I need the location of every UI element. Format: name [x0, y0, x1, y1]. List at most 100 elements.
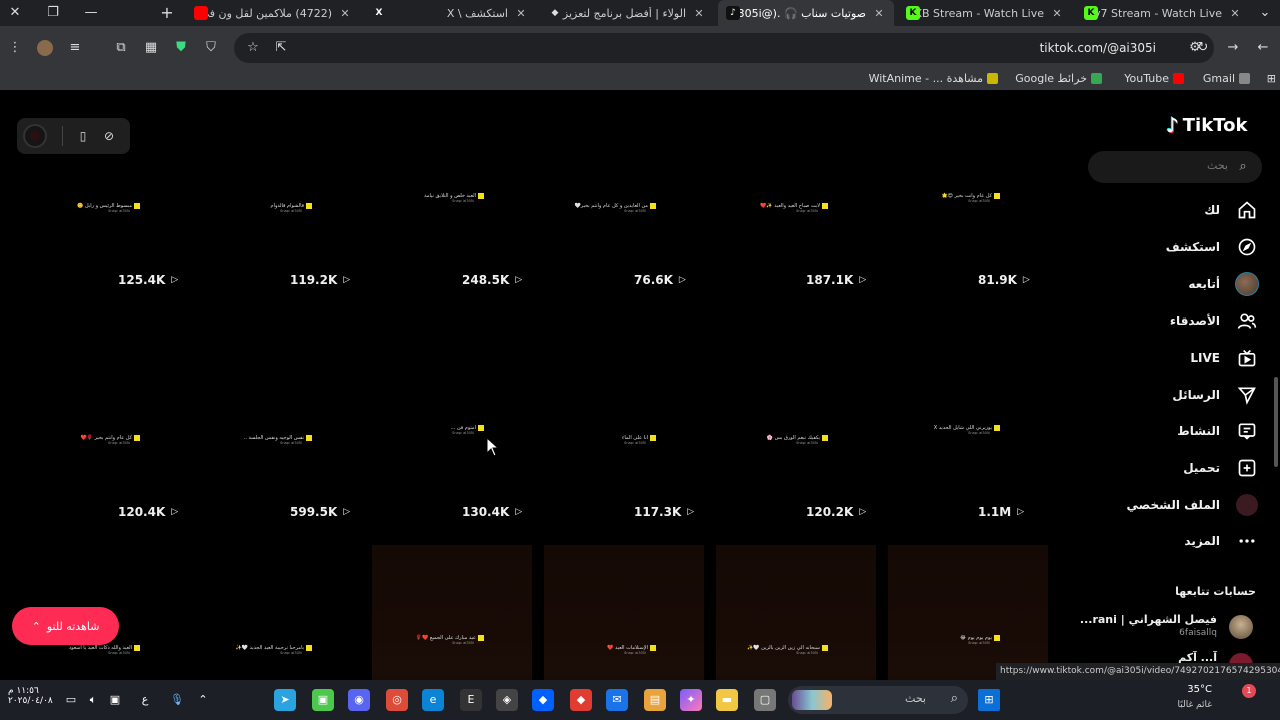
sidebar-item-3[interactable]: الأصدقاء [1100, 306, 1260, 336]
video-card[interactable]: كل عام وانتم بخير 🌹❤️ Snap: ai305i 120.4K ▷ [28, 361, 188, 571]
bookmark-item[interactable]: Gmail [1203, 72, 1250, 85]
snapchat-icon [822, 645, 828, 651]
tab-close-icon[interactable]: ✕ [692, 7, 706, 20]
sidebar-item-5[interactable]: الرسائل [1100, 380, 1260, 410]
app-icon[interactable]: ◈ [496, 689, 518, 711]
video-card[interactable]: امتوم فن ... Snap: ai305i 130.4K ▷ [372, 361, 532, 571]
video-card[interactable]: يوم يوم يوم 😂 Snap: ai305i [888, 545, 1048, 680]
apps-grid-icon[interactable]: ⊞ [1267, 72, 1276, 85]
forward-arrow-icon[interactable]: ← [1252, 37, 1274, 59]
tab-close-icon[interactable]: ✕ [1050, 7, 1064, 20]
play-icon: ▷ [343, 275, 351, 285]
battery-icon[interactable]: ▭ [60, 689, 82, 711]
tab-close-icon[interactable]: ✕ [872, 7, 886, 20]
just-watched-button[interactable]: شاهدته للتو ⌃ [12, 607, 119, 645]
sidebar-item-4[interactable]: LIVE [1100, 343, 1260, 373]
menu-kebab-icon[interactable]: ⋮ [4, 37, 26, 59]
media-control-icon[interactable]: ≡ [64, 37, 86, 59]
video-card[interactable]: يوزيرني اللي شايل الحديد X Snap: ai305i 1.… [888, 361, 1048, 571]
page-scrollbar[interactable] [1274, 377, 1278, 467]
copilot-icon[interactable]: ✦ [680, 689, 702, 711]
app-icon[interactable]: ◆ [570, 689, 592, 711]
tab-close-icon[interactable]: ✕ [1228, 7, 1242, 20]
tab-x-explore[interactable]: ✕ استكشف \ X X [364, 0, 536, 26]
restore-window-icon[interactable]: ❐ [42, 3, 64, 23]
sidebar-item-7[interactable]: تحميل [1100, 453, 1260, 483]
adblock-shield-icon[interactable]: ⛉ [200, 37, 222, 59]
video-card[interactable]: بامرحبا ترحيبة العيد الجديد 🤍✨ Snap: ai30… [200, 545, 360, 680]
video-card[interactable]: لابت صباح العيد والعيد ✨❤️ Snap: ai305i 18… [716, 129, 876, 339]
tab-youtube[interactable]: ✕ (4722) ملاكمين لقل ون في [186, 0, 360, 26]
microphone-icon[interactable]: 🎙︎ [166, 689, 188, 711]
following-account[interactable]: فيصل الشهراني | rani... 6faisallq [1080, 613, 1255, 647]
video-caption: سبحانه الي زين الزين بالزين 🤍✨ Snap: ai30… [747, 645, 828, 655]
video-card[interactable]: يكفيك تبعم الورق بس 🌸 Snap: ai305i 120.2K ▷ [716, 361, 876, 571]
extensions-puzzle-icon[interactable]: ⧉ [110, 37, 132, 59]
bookmark-star-icon[interactable]: ☆ [242, 37, 264, 59]
bookmark-item[interactable]: YouTube [1124, 72, 1184, 85]
tab-tiktok-active[interactable]: ✕ صوتيات سناب 🎧 .(@i305i ♪ [718, 0, 894, 26]
address-bar[interactable]: ☆ ⇱ tiktok.com/@ai305i ⚙ [234, 33, 1214, 63]
back-arrow-icon[interactable]: → [1222, 37, 1244, 59]
search-icon[interactable]: ⌕ [1234, 158, 1252, 176]
sidebar-item-9[interactable]: المزيد [1100, 526, 1260, 556]
system-clock[interactable]: ١١:٥٦ م ٢٠٢٥/٠٤/٠٨ [8, 686, 53, 706]
dropbox-icon[interactable]: ◆ [532, 689, 554, 711]
video-card[interactable]: سبحانه الي زين الزين بالزين 🤍✨ Snap: ai30… [716, 545, 876, 680]
video-card[interactable]: انا على الماء Snap: ai305i 117.3K ▷ [544, 361, 704, 571]
video-card[interactable]: مبسوط الرئيس و رابل 🙂 Snap: ai305i 125.4K ▷ [28, 129, 188, 339]
sidebar-item-0[interactable]: لك [1100, 195, 1260, 225]
mail-icon[interactable]: ✉ [606, 689, 628, 711]
video-card[interactable]: عيد مبارك على الجميع ❤️🌹 Snap: ai305i [372, 545, 532, 680]
chevron-up-icon[interactable]: ⌃ [192, 689, 214, 711]
bookmark-item[interactable]: خرائط Google [1015, 72, 1102, 85]
view-count: 117.3K ▷ [634, 505, 694, 519]
video-card[interactable]: الإستلامات العيد ❤️ Snap: ai305i [544, 545, 704, 680]
video-card[interactable]: قالشوام قالدوام Snap: ai305i 119.2K ▷ [200, 129, 360, 339]
share-icon[interactable]: ⇱ [270, 37, 292, 59]
profile-avatar[interactable] [34, 37, 56, 59]
bookmark-item[interactable]: مشاهدة ... - WitAnime [869, 72, 998, 85]
extension-icon[interactable]: ▦ [140, 37, 162, 59]
tab-sxb-stream[interactable]: ✕ SXB Stream - Watch Live K [898, 0, 1072, 26]
discord-icon[interactable]: ◉ [348, 689, 370, 711]
weather-desc: غائم غالبًا [1177, 700, 1212, 710]
store-icon[interactable]: ▤ [644, 689, 666, 711]
edge-icon[interactable]: e [422, 689, 444, 711]
minimize-window-icon[interactable]: — [80, 3, 102, 23]
sidebar-item-8[interactable]: الملف الشخصي [1100, 490, 1260, 520]
caption-snap-handle: Snap: ai305i [624, 651, 646, 655]
volume-icon[interactable]: 🔈︎ [82, 689, 104, 711]
epic-games-icon[interactable]: E [460, 689, 482, 711]
view-count: 76.6K ▷ [634, 273, 686, 287]
reload-icon[interactable]: ↻ [1192, 37, 1214, 59]
tab-close-icon[interactable]: ✕ [338, 7, 352, 20]
tab-nxv7-stream[interactable]: ✕ Nxv7 Stream - Watch Live K [1076, 0, 1250, 26]
chrome-icon[interactable]: ◎ [386, 689, 408, 711]
sidebar-item-6[interactable]: النشاط [1100, 416, 1260, 446]
telegram-icon[interactable]: ➤ [274, 689, 296, 711]
file-explorer-icon[interactable]: ▬ [716, 689, 738, 711]
input-language[interactable]: ع [134, 689, 156, 711]
shield-extension-icon[interactable]: ⛊ [170, 37, 192, 59]
tab-title: استكشف \ X [446, 6, 508, 20]
sidebar-item-1[interactable]: استكشف [1100, 232, 1260, 262]
app-icon[interactable]: ▣ [312, 689, 334, 711]
search-input[interactable]: بحث ⌕ [1088, 151, 1262, 183]
tab-alwalaa[interactable]: ✕ الولاء | أفضل برنامج لتعزيز الو ◆ [540, 0, 714, 26]
tiktok-logo[interactable]: ♪ TikTok [1166, 113, 1247, 137]
video-card[interactable]: العيد خلص و التلايق نيامة Snap: ai305i 248… [372, 129, 532, 339]
close-window-icon[interactable]: ✕ [4, 3, 26, 23]
app-icon[interactable]: ▢ [754, 689, 776, 711]
new-tab-button[interactable]: + [156, 3, 178, 23]
video-card[interactable]: كل عام وانت بخير 😍🌟 Snap: ai305i 81.9K ▷ [888, 129, 1048, 339]
network-icon[interactable]: ▣ [104, 689, 126, 711]
tab-search-icon[interactable]: ⌄ [1254, 3, 1276, 23]
tab-close-icon[interactable]: ✕ [514, 7, 528, 20]
sidebar-item-2[interactable]: أتابعه [1100, 269, 1260, 299]
windows-start-icon[interactable]: ⊞ [978, 689, 1000, 711]
taskbar-search-input[interactable]: ⌕ بحث [788, 686, 968, 714]
view-count: 81.9K ▷ [978, 273, 1030, 287]
video-card[interactable]: من العايدين و كل عام وانتم بخير🤍 Snap: ai… [544, 129, 704, 339]
video-card[interactable]: نفس الوجيه ونفس الجلسة .. Snap: ai305i 599… [200, 361, 360, 571]
